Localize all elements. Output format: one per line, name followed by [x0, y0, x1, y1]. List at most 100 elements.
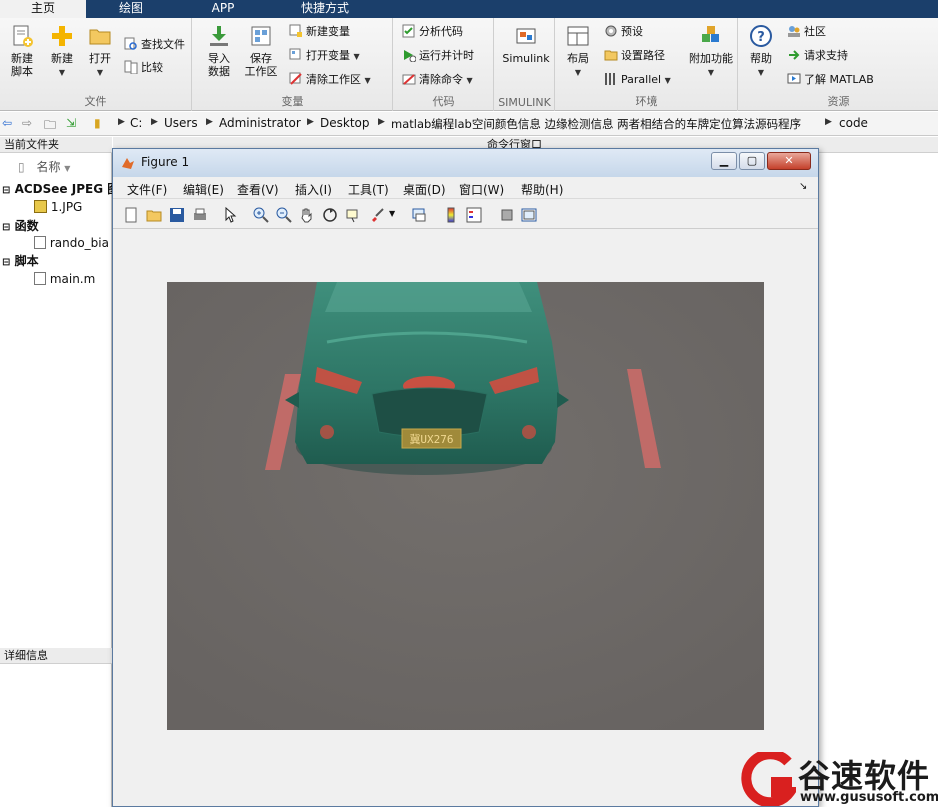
find-files-button[interactable]: 查找文件 — [124, 35, 185, 55]
folder-open-icon — [89, 29, 111, 45]
breadcrumb-code[interactable]: code — [839, 116, 868, 130]
find-files-icon — [124, 37, 137, 50]
browse-folder-icon[interactable]: ⇲ — [66, 116, 76, 130]
dock-arrow-icon[interactable]: ↘ — [799, 181, 807, 192]
menu-tools[interactable]: 工具(T) — [348, 181, 389, 198]
menu-desktop[interactable]: 桌面(D) — [403, 181, 446, 198]
request-support-label: 请求支持 — [804, 49, 848, 62]
simulink-group-caption: SIMULINK — [498, 96, 551, 109]
menu-view[interactable]: 查看(V) — [237, 181, 279, 198]
compare-button[interactable]: 比较 — [124, 58, 163, 78]
colorbar-icon[interactable] — [443, 207, 459, 223]
up-folder-icon[interactable]: 🗀 — [44, 116, 56, 137]
link-plot-icon[interactable] — [411, 207, 427, 223]
chevron-down-icon: ▼ — [574, 68, 582, 77]
collapse-icon[interactable]: ⊟ — [2, 185, 10, 196]
menu-window[interactable]: 窗口(W) — [459, 181, 504, 198]
print-icon[interactable] — [192, 207, 208, 223]
help-label: 帮助 — [750, 52, 772, 65]
help-button[interactable]: ? 帮助 ▼ — [741, 22, 781, 79]
data-cursor-icon[interactable] — [345, 207, 361, 223]
file-item-script[interactable]: main.m — [34, 270, 95, 288]
new-script-button[interactable]: 新建 脚本 — [2, 22, 42, 78]
tree-group-label: 函数 — [14, 219, 39, 233]
new-script-label: 新建 脚本 — [11, 52, 33, 78]
compare-icon — [124, 60, 138, 74]
figure-window[interactable]: Figure 1 ▁ ▢ ✕ 文件(F) 编辑(E) 查看(V) 插入(I) 工… — [112, 148, 819, 807]
menu-file[interactable]: 文件(F) — [127, 181, 167, 198]
back-arrow-icon[interactable]: ⇦ — [2, 116, 12, 130]
community-button[interactable]: 社区 — [787, 22, 826, 42]
collapse-icon[interactable]: ⊟ — [2, 222, 10, 233]
tab-plots[interactable]: 绘图 — [88, 0, 174, 18]
file-item-label: main.m — [49, 272, 96, 286]
set-path-button[interactable]: 设置路径 — [604, 46, 665, 66]
variable-group-caption: 变量 — [281, 95, 304, 108]
minimize-button[interactable]: ▁ — [711, 152, 737, 170]
maximize-button[interactable]: ▢ — [739, 152, 765, 170]
zoom-out-icon[interactable] — [276, 207, 292, 223]
breadcrumb-desktop[interactable]: Desktop — [320, 116, 370, 130]
forward-arrow-icon[interactable]: ⇨ — [22, 116, 32, 130]
open-variable-icon — [289, 48, 301, 60]
collapse-icon[interactable]: ⊟ — [2, 257, 10, 268]
simulink-label: Simulink — [502, 52, 550, 65]
breadcrumb-project-folder[interactable]: matlab编程lab空间颜色信息 边缘检测信息 两者相结合的车牌定位算法源码程… — [391, 116, 801, 132]
ribbon-tab-bar: 主页 绘图 APP 快捷方式 — [0, 0, 938, 18]
close-button[interactable]: ✕ — [767, 152, 811, 170]
figure-toolbar: ▼ — [113, 201, 818, 229]
breadcrumb-users[interactable]: Users — [164, 116, 198, 130]
tab-home[interactable]: 主页 — [0, 0, 86, 18]
addons-button[interactable]: 附加功能 ▼ — [686, 22, 736, 79]
layout-button[interactable]: 布局 ▼ — [558, 22, 598, 79]
tree-group-functions[interactable]: ⊟ 函数 — [2, 217, 39, 235]
figure-title-bar[interactable]: Figure 1 ▁ ▢ ✕ — [113, 149, 818, 177]
tree-group-jpeg[interactable]: ⊟ ACDSee JPEG 图 — [2, 180, 119, 198]
brush-icon[interactable] — [369, 207, 385, 223]
tree-group-scripts[interactable]: ⊟ 脚本 — [2, 252, 39, 270]
zoom-in-icon[interactable] — [253, 207, 269, 223]
pan-hand-icon[interactable] — [299, 207, 315, 223]
new-figure-icon[interactable] — [123, 207, 139, 223]
file-item-jpg[interactable]: 1.JPG — [34, 198, 82, 216]
learn-matlab-button[interactable]: 了解 MATLAB — [787, 70, 874, 90]
show-plot-tools-icon[interactable] — [521, 207, 537, 223]
tab-apps[interactable]: APP — [180, 0, 266, 18]
save-workspace-button[interactable]: 保存 工作区 — [241, 22, 281, 78]
import-data-button[interactable]: 导入 数据 — [199, 22, 239, 78]
open-file-icon[interactable] — [146, 207, 162, 223]
new-button[interactable]: 新建 ▼ — [42, 22, 82, 79]
menu-insert[interactable]: 插入(I) — [295, 181, 332, 198]
open-variable-button[interactable]: 打开变量 ▼ — [289, 46, 360, 66]
analyze-code-label: 分析代码 — [419, 25, 463, 38]
menu-help[interactable]: 帮助(H) — [521, 181, 563, 198]
clear-commands-button[interactable]: 清除命令 ▼ — [402, 70, 473, 90]
tab-shortcuts[interactable]: 快捷方式 — [270, 0, 380, 18]
save-icon[interactable] — [169, 207, 185, 223]
new-variable-button[interactable]: 新建变量 — [289, 22, 350, 42]
breadcrumb-drive[interactable]: C: — [130, 116, 142, 130]
menu-edit[interactable]: 编辑(E) — [183, 181, 224, 198]
chevron-down-icon[interactable]: ▼ — [389, 209, 395, 218]
rotate-3d-icon[interactable] — [322, 207, 338, 223]
analyze-code-button[interactable]: 分析代码 — [402, 22, 463, 42]
hide-plot-tools-icon[interactable] — [499, 207, 515, 223]
open-button[interactable]: 打开 ▼ — [80, 22, 120, 79]
open-label: 打开 — [89, 52, 111, 65]
preferences-button[interactable]: 预设 — [604, 22, 643, 42]
figure-image: 冀UX276 — [167, 282, 764, 730]
clear-workspace-button[interactable]: 清除工作区 ▼ — [289, 70, 371, 90]
run-and-time-label: 运行并计时 — [419, 49, 474, 62]
column-header-name[interactable]: ▯ 名称 ▼ — [18, 158, 70, 176]
learn-matlab-icon — [787, 73, 801, 84]
legend-icon[interactable] — [466, 207, 482, 223]
run-and-time-button[interactable]: 运行并计时 — [402, 46, 474, 66]
request-support-button[interactable]: 请求支持 — [787, 46, 848, 66]
breadcrumb-administrator[interactable]: Administrator — [219, 116, 301, 130]
simulink-button[interactable]: Simulink — [499, 22, 553, 65]
parallel-button[interactable]: Parallel ▼ — [604, 70, 671, 90]
file-item-function[interactable]: rando_bia — [34, 234, 109, 252]
pointer-icon[interactable] — [223, 207, 239, 223]
ribbon-group-resources: ? 帮助 ▼ 社区 请求支持 了解 MATLAB 资源 — [739, 18, 938, 111]
ribbon-group-file: 新建 脚本 新建 ▼ 打开 ▼ 查找文件 比较 文件 — [0, 18, 192, 111]
